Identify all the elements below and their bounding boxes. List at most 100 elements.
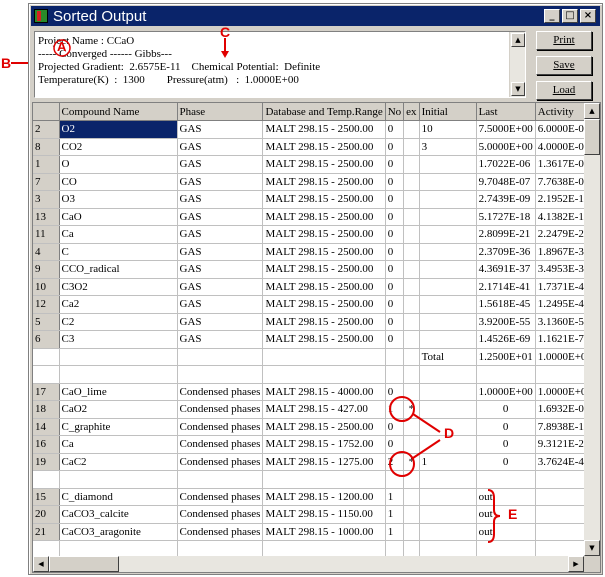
table-cell[interactable]: 0 xyxy=(476,400,536,419)
table-row[interactable]: 16 Ca Condensed phases MALT 298.15 - 1752.0… xyxy=(33,435,597,454)
table-cell[interactable] xyxy=(403,243,420,261)
table-cell[interactable]: out xyxy=(476,505,536,524)
table-cell[interactable]: MALT 298.15 - 2500.00 xyxy=(262,418,386,436)
table-row[interactable]: 2 O2 GAS MALT 298.15 - 2500.00 0 10 7.5000E+00… xyxy=(33,120,597,139)
table-cell[interactable]: 0 xyxy=(385,120,405,139)
table-cell[interactable]: 1.2500E+01 xyxy=(476,348,536,366)
column-header[interactable]: Database and Temp.Range xyxy=(262,103,386,121)
row-index-cell[interactable]: 6 xyxy=(33,330,60,349)
table-cell[interactable]: CCO_radical xyxy=(59,260,178,279)
summary-scrollbar[interactable]: ▲ ▼ xyxy=(509,32,525,97)
table-cell[interactable]: O2 xyxy=(59,120,178,139)
table-cell[interactable] xyxy=(476,470,536,489)
table-cell[interactable]: 0 xyxy=(385,190,405,209)
table-cell[interactable]: MALT 298.15 - 2500.00 xyxy=(262,190,386,209)
close-icon[interactable]: × xyxy=(580,9,596,23)
table-cell[interactable]: GAS xyxy=(177,138,264,156)
table-row[interactable]: 4 C GAS MALT 298.15 - 2500.00 0 2.3709E-36 1.8… xyxy=(33,243,597,261)
row-index-cell[interactable]: 8 xyxy=(33,138,60,156)
row-index-cell[interactable]: 2 xyxy=(33,120,60,139)
table-cell[interactable] xyxy=(262,470,386,489)
table-cell[interactable]: 0 xyxy=(385,155,405,174)
row-index-cell[interactable]: 10 xyxy=(33,278,60,296)
table-row[interactable]: 12 Ca2 GAS MALT 298.15 - 2500.00 0 1.5618E-45… xyxy=(33,295,597,314)
table-row[interactable]: 9 CCO_radical GAS MALT 298.15 - 2500.00 0 4.3… xyxy=(33,260,597,279)
table-cell[interactable] xyxy=(403,488,420,506)
table-cell[interactable]: 0 xyxy=(385,278,405,296)
table-row[interactable]: 13 CaO GAS MALT 298.15 - 2500.00 0 5.1727E-18… xyxy=(33,208,597,226)
table-cell[interactable]: GAS xyxy=(177,295,264,314)
column-header[interactable]: Initial xyxy=(419,103,477,121)
column-header[interactable]: Last xyxy=(476,103,536,121)
table-cell[interactable]: Condensed phases xyxy=(177,400,264,419)
table-cell[interactable]: 1.7022E-06 xyxy=(476,155,536,174)
table-cell[interactable] xyxy=(419,278,477,296)
table-cell[interactable]: MALT 298.15 - 2500.00 xyxy=(262,225,386,244)
table-cell[interactable]: out xyxy=(476,523,536,541)
scroll-right-icon[interactable]: ▶ xyxy=(568,556,584,572)
table-cell[interactable] xyxy=(403,155,420,174)
table-row[interactable]: 15 C_diamond Condensed phases MALT 298.15 -… xyxy=(33,488,597,506)
table-row[interactable]: 6 C3 GAS MALT 298.15 - 2500.00 0 1.4526E-69 1.… xyxy=(33,330,597,349)
table-cell[interactable]: MALT 298.15 - 2500.00 xyxy=(262,295,386,314)
table-cell[interactable]: MALT 298.15 - 2500.00 xyxy=(262,173,386,191)
table-cell[interactable]: MALT 298.15 - 2500.00 xyxy=(262,208,386,226)
table-cell[interactable]: C3 xyxy=(59,330,178,349)
table-cell[interactable] xyxy=(419,523,477,541)
table-cell[interactable]: Ca xyxy=(59,435,178,454)
row-index-cell[interactable]: 20 xyxy=(33,505,60,524)
table-cell[interactable]: 2.3709E-36 xyxy=(476,243,536,261)
table-cell[interactable] xyxy=(419,190,477,209)
table-cell[interactable]: 1.0000E+00 xyxy=(476,383,536,401)
table-cell[interactable] xyxy=(419,505,477,524)
table-cell[interactable] xyxy=(403,330,420,349)
row-index-cell[interactable]: 18 xyxy=(33,400,60,419)
table-cell[interactable]: 2.8099E-21 xyxy=(476,225,536,244)
table-cell[interactable] xyxy=(403,523,420,541)
row-index-cell[interactable]: 9 xyxy=(33,260,60,279)
table-cell[interactable] xyxy=(419,260,477,279)
table-cell[interactable]: Condensed phases xyxy=(177,383,264,401)
table-cell[interactable]: GAS xyxy=(177,173,264,191)
row-index-cell[interactable]: 17 xyxy=(33,383,60,401)
row-index-cell[interactable]: 15 xyxy=(33,488,60,506)
table-cell[interactable]: GAS xyxy=(177,330,264,349)
table-cell[interactable] xyxy=(385,365,405,384)
table-cell[interactable]: MALT 298.15 - 1000.00 xyxy=(262,523,386,541)
table-cell[interactable] xyxy=(403,348,420,366)
table-cell[interactable] xyxy=(262,365,386,384)
maximize-icon[interactable]: □ xyxy=(562,9,578,23)
table-row[interactable]: 21 CaCO3_aragonite Condensed phases MALT 29… xyxy=(33,523,597,541)
table-cell[interactable]: MALT 298.15 - 2500.00 xyxy=(262,155,386,174)
table-cell[interactable]: MALT 298.15 - 2500.00 xyxy=(262,260,386,279)
table-row[interactable]: 10 C3O2 GAS MALT 298.15 - 2500.00 0 2.1714E-4… xyxy=(33,278,597,296)
table-cell[interactable]: GAS xyxy=(177,208,264,226)
table-cell[interactable]: Condensed phases xyxy=(177,418,264,436)
table-cell[interactable]: 1.4526E-69 xyxy=(476,330,536,349)
table-cell[interactable] xyxy=(177,365,264,384)
scroll-down-icon[interactable]: ▼ xyxy=(511,82,525,96)
table-cell[interactable]: CaO_lime xyxy=(59,383,178,401)
table-cell[interactable]: MALT 298.15 - 2500.00 xyxy=(262,120,386,139)
row-index-cell[interactable]: 7 xyxy=(33,173,60,191)
table-cell[interactable]: 0 xyxy=(385,330,405,349)
table-cell[interactable] xyxy=(419,208,477,226)
title-bar[interactable]: Sorted Output _ □ × xyxy=(31,6,600,26)
table-cell[interactable]: CaC2 xyxy=(59,453,178,471)
table-cell[interactable] xyxy=(403,138,420,156)
table-cell[interactable]: MALT 298.15 - 2500.00 xyxy=(262,138,386,156)
column-header[interactable] xyxy=(33,103,60,121)
load-button[interactable]: Load xyxy=(536,81,592,100)
table-cell[interactable]: 1 xyxy=(385,488,405,506)
row-index-cell[interactable]: 16 xyxy=(33,435,60,454)
table-cell[interactable] xyxy=(419,488,477,506)
table-cell[interactable]: 4.3691E-37 xyxy=(476,260,536,279)
table-cell[interactable]: Ca xyxy=(59,225,178,244)
table-cell[interactable]: 2.1714E-41 xyxy=(476,278,536,296)
table-cell[interactable] xyxy=(59,348,178,366)
table-cell[interactable]: 0 xyxy=(385,295,405,314)
table-cell[interactable] xyxy=(419,313,477,331)
table-cell[interactable]: GAS xyxy=(177,225,264,244)
table-cell[interactable]: CaCO3_calcite xyxy=(59,505,178,524)
table-cell[interactable]: MALT 298.15 - 2500.00 xyxy=(262,243,386,261)
